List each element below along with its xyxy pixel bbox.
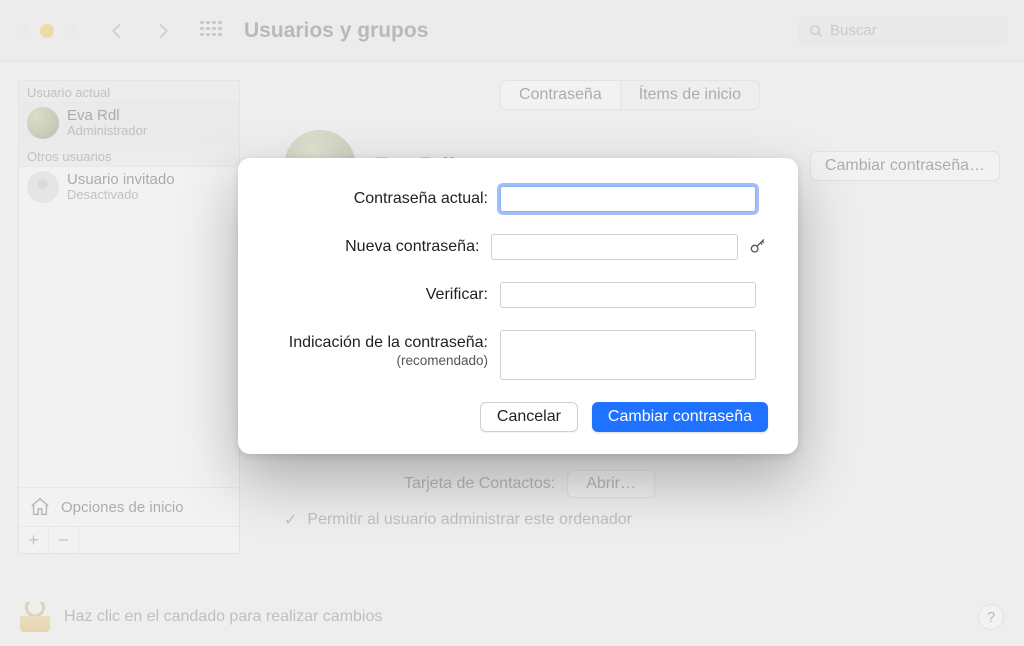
cancel-button[interactable]: Cancelar bbox=[480, 402, 578, 432]
window-controls bbox=[16, 24, 78, 38]
user-name: Usuario invitado bbox=[67, 172, 175, 189]
open-contacts-button[interactable]: Abrir… bbox=[567, 470, 655, 498]
tab-login-items[interactable]: Ítems de inicio bbox=[621, 81, 759, 109]
zoom-window-button[interactable] bbox=[64, 24, 78, 38]
contacts-label: Tarjeta de Contactos: bbox=[404, 475, 555, 493]
user-role: Desactivado bbox=[67, 188, 175, 202]
nav-arrows bbox=[108, 22, 172, 40]
key-icon[interactable] bbox=[748, 237, 768, 257]
house-icon bbox=[29, 496, 51, 518]
dialog-button-row: Cancelar Cambiar contraseña bbox=[268, 402, 768, 432]
submit-change-password-button[interactable]: Cambiar contraseña bbox=[592, 402, 768, 432]
user-role: Administrador bbox=[67, 124, 147, 138]
admin-checkbox-row: ✓ Permitir al usuario administrar este o… bbox=[284, 510, 632, 530]
forward-button[interactable] bbox=[154, 22, 172, 40]
close-window-button[interactable] bbox=[16, 24, 30, 38]
login-options-label: Opciones de inicio bbox=[61, 499, 184, 516]
search-field[interactable]: Buscar bbox=[798, 16, 1008, 46]
search-placeholder: Buscar bbox=[830, 22, 877, 39]
minimize-window-button[interactable] bbox=[40, 24, 54, 38]
tab-bar: Contraseña Ítems de inicio bbox=[500, 80, 760, 110]
remove-user-button[interactable]: − bbox=[49, 527, 79, 553]
current-password-input[interactable] bbox=[500, 186, 756, 212]
new-password-label: Nueva contraseña: bbox=[268, 234, 491, 257]
add-remove-bar: + − bbox=[19, 526, 239, 553]
checkmark-icon: ✓ bbox=[284, 510, 297, 530]
current-password-label: Contraseña actual: bbox=[268, 186, 500, 209]
sidebar-user-guest[interactable]: Usuario invitado Desactivado bbox=[19, 167, 239, 209]
verify-password-label: Verificar: bbox=[268, 282, 500, 305]
avatar-icon bbox=[27, 107, 59, 139]
footer-bar: Haz clic en el candado para realizar cam… bbox=[20, 602, 1004, 632]
other-users-header: Otros usuarios bbox=[19, 145, 239, 167]
admin-checkbox-label: Permitir al usuario administrar este ord… bbox=[307, 511, 632, 529]
tab-password[interactable]: Contraseña bbox=[501, 81, 621, 109]
lock-icon[interactable] bbox=[20, 602, 50, 632]
password-hint-input[interactable] bbox=[500, 330, 756, 380]
user-list-sidebar: Usuario actual Eva Rdl Administrador Otr… bbox=[18, 80, 240, 554]
verify-password-input[interactable] bbox=[500, 282, 756, 308]
current-user-header: Usuario actual bbox=[19, 81, 239, 103]
change-password-button[interactable]: Cambiar contraseña… bbox=[810, 151, 1000, 181]
toolbar: Usuarios y grupos Buscar bbox=[0, 0, 1024, 62]
add-user-button[interactable]: + bbox=[19, 527, 49, 553]
lock-hint-text: Haz clic en el candado para realizar cam… bbox=[64, 608, 382, 626]
login-options-row[interactable]: Opciones de inicio bbox=[19, 487, 239, 526]
sidebar-user-current[interactable]: Eva Rdl Administrador bbox=[19, 103, 239, 145]
help-button[interactable]: ? bbox=[978, 604, 1004, 630]
new-password-input[interactable] bbox=[491, 234, 738, 260]
contacts-row: Tarjeta de Contactos: Abrir… bbox=[404, 470, 655, 498]
avatar-icon bbox=[27, 171, 59, 203]
show-all-prefs-button[interactable] bbox=[200, 21, 220, 41]
window-title: Usuarios y grupos bbox=[244, 19, 798, 43]
back-button[interactable] bbox=[108, 22, 126, 40]
password-hint-label: Indicación de la contraseña: (recomendad… bbox=[268, 330, 500, 370]
user-name: Eva Rdl bbox=[67, 108, 147, 125]
change-password-dialog: Contraseña actual: Nueva contraseña: Ver… bbox=[238, 158, 798, 454]
